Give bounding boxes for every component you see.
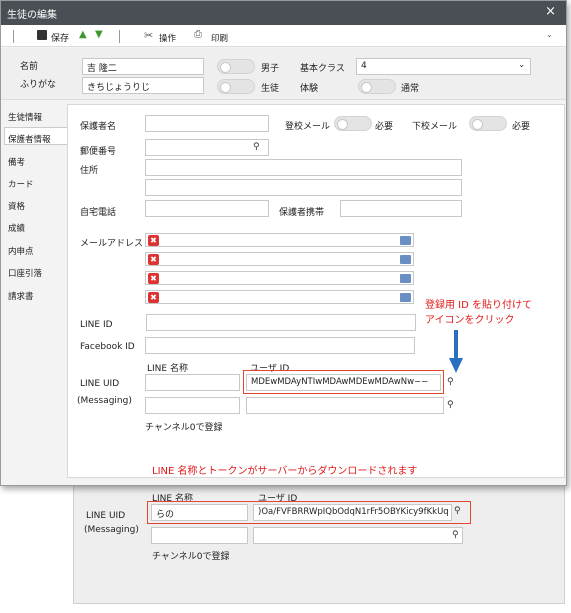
guardian-name-field[interactable] [145,115,269,132]
down-arrow-icon [449,330,463,373]
guardian-name-label: 保護者名 [80,122,117,132]
annotation-paste-line1: 登録用 ID を貼り付けて [425,300,533,311]
mail-row[interactable]: ✖ [145,252,414,266]
facebook-id-label: Facebook ID [80,342,135,352]
delete-icon[interactable]: ✖ [148,254,159,265]
class-select[interactable]: 4 ⌄ [356,58,531,75]
mail-row[interactable]: ✖ [145,233,414,247]
address-field-2[interactable] [145,179,462,196]
annotation-download-note: LINE 名称とトークンがサーバーからダウンロードされます [152,466,418,477]
binoculars-icon[interactable]: ⚲ [454,507,465,516]
line-name-label: LINE 名称 [147,364,188,374]
arrow-down-icon[interactable]: ▼ [95,29,103,40]
user-id-field-2[interactable] [246,397,444,414]
zip-field[interactable] [145,139,269,156]
sidebar-item-internal-grades[interactable]: 内申点 [8,245,34,257]
result-panel: LINE 名称 ユーザ ID らの )Oa/FVFBRRWpIQbOdqN1rF… [73,478,565,604]
binoculars-icon[interactable]: ⚲ [447,401,458,410]
delete-icon[interactable]: ✖ [148,235,159,246]
regular-label: 通常 [401,84,420,94]
save-button[interactable]: 保存 [51,31,69,44]
sidebar-item-student-info[interactable]: 生徒情報 [8,111,42,123]
home-phone-field[interactable] [145,200,269,217]
print-button[interactable]: 印刷 [211,32,228,44]
sidebar-item-guardian-info[interactable]: 保護者情報 [8,133,51,145]
mail-icon[interactable] [400,236,411,245]
save-icon[interactable] [37,30,47,40]
male-toggle[interactable] [217,59,255,74]
result-messaging-label: (Messaging) [84,525,139,535]
sidebar-item-invoice[interactable]: 請求書 [8,290,34,302]
mail-icon[interactable] [400,274,411,283]
toolbar: 保存 ▲ ▼ ✂ 操作 ⎙ 印刷 ⌄ [1,25,566,47]
printer-icon[interactable]: ⎙ [194,29,202,40]
home-phone-label: 自宅電話 [80,208,117,218]
name-label: 名前 [20,62,39,72]
binoculars-icon[interactable]: ⚲ [452,531,463,540]
channel-register-label: チャンネル0で登録 [145,423,223,433]
mail-icon[interactable] [400,255,411,264]
result-line-uid-label: LINE UID [86,511,126,521]
school-mail-toggle[interactable] [334,116,372,131]
furigana-label: ふりがな [20,80,57,90]
sidebar: 生徒情報 保護者情報 備考 カード 資格 成績 内申点 口座引落 請求書 [4,104,66,479]
address-field-1[interactable] [145,159,462,176]
user-id-field[interactable]: MDEwMDAyNTIwMDAwMDEwMDAwNw−− [246,374,441,391]
student-label: 生徒 [261,84,280,94]
line-id-label: LINE ID [80,320,113,330]
student-toggle[interactable] [217,79,255,94]
result-line-name-field-2[interactable] [151,527,248,544]
chevron-down-icon: ⌄ [518,60,525,69]
operation-button[interactable]: 操作 [159,32,176,44]
zip-label: 郵便番号 [80,147,117,157]
mail-address-label: メールアドレス [80,239,144,249]
close-icon[interactable]: × [545,4,556,19]
mail-icon[interactable] [400,293,411,302]
name-field[interactable]: 吉 隆二 [82,58,204,75]
guardian-mobile-field[interactable] [340,200,462,217]
home-mail-toggle[interactable] [469,116,507,131]
trial-label: 体験 [300,84,319,94]
line-name-field[interactable] [145,374,240,391]
class-label: 基本クラス [300,64,345,74]
sidebar-item-grades[interactable]: 成績 [8,222,25,234]
student-header: 名前 吉 隆二 ふりがな きちじょうりじ 男子 生徒 基本クラス 4 ⌄ 体験 … [1,48,566,100]
class-value: 4 [361,61,367,71]
facebook-id-field[interactable] [145,337,415,354]
sidebar-item-qualifications[interactable]: 資格 [8,200,25,212]
sidebar-item-notes[interactable]: 備考 [8,156,25,168]
result-user-id-field-2[interactable] [253,527,463,544]
delete-icon[interactable]: ✖ [148,273,159,284]
trial-toggle[interactable] [358,79,396,94]
arrow-up-icon[interactable]: ▲ [79,29,87,40]
delete-icon[interactable]: ✖ [148,292,159,303]
sidebar-item-bank-debit[interactable]: 口座引落 [8,267,42,279]
binoculars-icon[interactable]: ⚲ [447,378,458,387]
male-label: 男子 [261,64,280,74]
title-bar: 生徒の編集 × [1,1,566,25]
messaging-label: (Messaging) [77,396,132,406]
school-mail-label: 登校メール [285,122,331,132]
tools-icon[interactable]: ✂ [144,29,153,42]
result-user-id-field[interactable]: )Oa/FVFBRRWpIQbOdqN1rFr5OBYKicy9fKkUq [253,504,452,521]
chevron-down-icon[interactable]: ⌄ [546,30,553,39]
mail-row[interactable]: ✖ [145,290,414,304]
home-mail-required-label: 必要 [512,122,531,132]
line-name-field-2[interactable] [145,397,240,414]
address-label: 住所 [80,166,99,176]
home-mail-label: 下校メール [412,122,458,132]
result-line-name-field[interactable]: らの [151,504,248,521]
result-channel-label: チャンネル0で登録 [152,552,230,562]
annotation-paste-line2: アイコンをクリック [425,315,515,326]
sidebar-item-card[interactable]: カード [8,178,34,190]
school-mail-required-label: 必要 [375,122,394,132]
window-title: 生徒の編集 [7,10,57,21]
furigana-field[interactable]: きちじょうりじ [82,77,204,94]
line-uid-label: LINE UID [80,379,120,389]
mail-row[interactable]: ✖ [145,271,414,285]
binoculars-icon[interactable]: ⚲ [253,143,264,152]
guardian-mobile-label: 保護者携帯 [279,208,325,218]
line-id-field[interactable] [146,314,416,331]
